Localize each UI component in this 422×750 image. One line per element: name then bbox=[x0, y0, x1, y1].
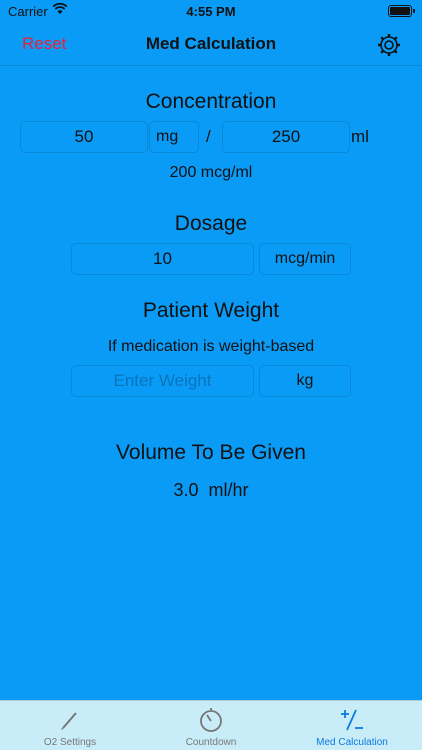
gear-icon[interactable] bbox=[376, 32, 402, 58]
volume-title: Volume To Be Given bbox=[116, 441, 306, 464]
concentration-amount-input[interactable] bbox=[20, 121, 148, 153]
status-time: 4:55 PM bbox=[186, 4, 236, 19]
dosage-unit-button[interactable]: mcg/min bbox=[259, 243, 351, 275]
concentration-volume-unit: ml bbox=[351, 127, 369, 146]
status-bar: Carrier 4:55 PM bbox=[0, 0, 422, 24]
dosage-title: Dosage bbox=[174, 212, 248, 235]
tab-label: Countdown bbox=[185, 737, 237, 748]
plus-minus-icon bbox=[341, 709, 363, 731]
tab-label: Med Calculation bbox=[316, 737, 388, 748]
pencil-icon bbox=[61, 712, 77, 730]
battery-icon bbox=[388, 5, 415, 17]
tab-label: O2 Settings bbox=[43, 737, 97, 748]
concentration-separator: / bbox=[206, 127, 211, 146]
concentration-title: Concentration bbox=[145, 90, 277, 113]
timer-icon bbox=[200, 708, 222, 732]
patient-weight-subtitle: If medication is weight-based bbox=[107, 338, 315, 355]
concentration-result: 200 mcg/ml bbox=[169, 164, 253, 181]
weight-unit-button[interactable]: kg bbox=[259, 365, 351, 397]
tab-o2-settings[interactable]: O2 Settings bbox=[0, 701, 140, 750]
dosage-input[interactable] bbox=[71, 243, 254, 275]
patient-weight-title: Patient Weight bbox=[142, 299, 280, 322]
tab-countdown[interactable]: Countdown bbox=[141, 701, 281, 750]
volume-result: 3.0 ml/hr bbox=[173, 480, 249, 500]
page-title: Med Calculation bbox=[145, 34, 277, 53]
concentration-amount-unit-button[interactable]: mg bbox=[149, 121, 199, 153]
tab-med-calculation[interactable]: Med Calculation bbox=[282, 701, 422, 750]
concentration-volume-input[interactable] bbox=[222, 121, 350, 153]
weight-input[interactable] bbox=[71, 365, 254, 397]
navigation-bar: Reset Med Calculation bbox=[0, 24, 422, 66]
tab-bar: O2 Settings Countdown Med Calculation bbox=[0, 700, 422, 750]
